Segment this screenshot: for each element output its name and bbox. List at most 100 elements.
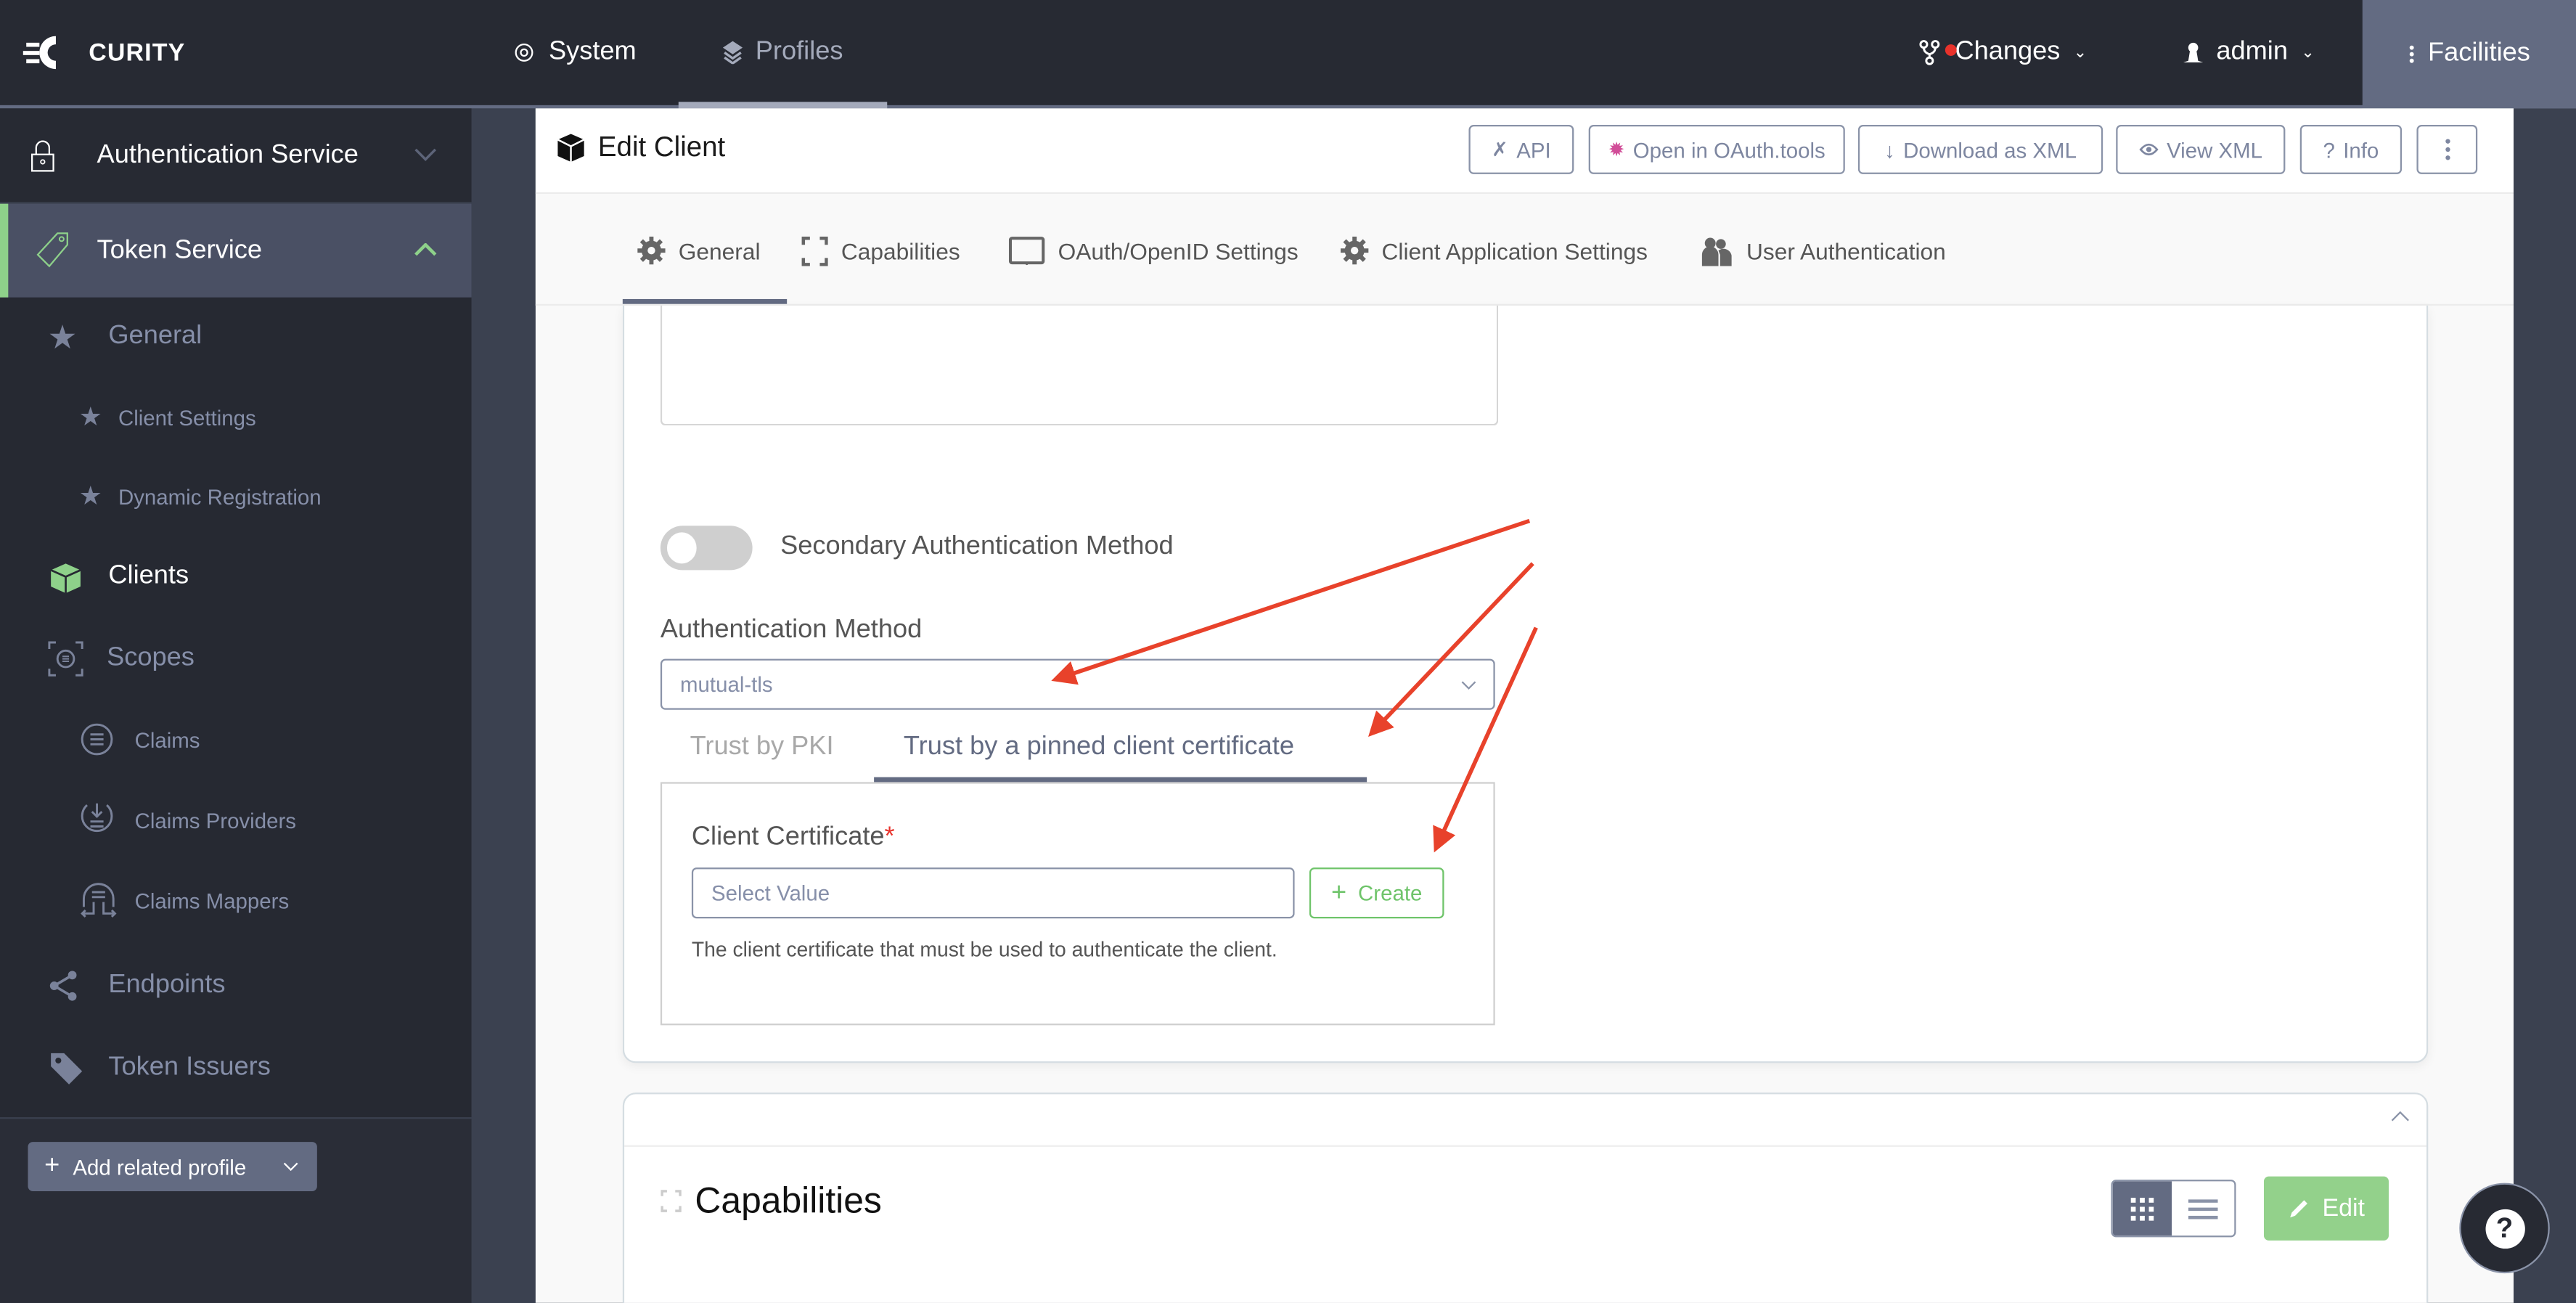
sidebar-item-label: Scopes [107, 644, 195, 672]
claims-icon [81, 723, 113, 756]
star-icon: ★ [47, 320, 78, 357]
chevron-down-icon [414, 148, 437, 161]
nav-facilities-label: Facilities [2428, 39, 2530, 68]
chevron-down-icon: ⌄ [2301, 43, 2315, 62]
sidebar-item-endpoints[interactable]: Endpoints [0, 961, 472, 1010]
view-mode-toggle [2111, 1180, 2236, 1238]
info-button-label: Info [2343, 136, 2379, 162]
star-icon: ★ [78, 404, 103, 433]
more-actions-button[interactable] [2416, 125, 2478, 174]
oauth-tools-gear-icon: ✹ [1608, 138, 1625, 161]
general-settings-card: Secondary Authentication Method Authenti… [622, 305, 2429, 1063]
capabilities-card: Capabilities Edit [622, 1092, 2429, 1303]
user-icon [2183, 42, 2204, 63]
claims-provider-icon [81, 803, 113, 833]
sidebar-item-claims[interactable]: Claims [0, 719, 472, 759]
cube-icon [50, 563, 81, 594]
sidebar-item-label: Dynamic Registration [118, 484, 322, 510]
edit-button-label: Edit [2322, 1194, 2365, 1222]
open-in-oauth-tools-button[interactable]: ✹ Open in OAuth.tools [1588, 125, 1845, 174]
curity-logo-icon [23, 36, 56, 70]
api-button[interactable]: ✗ API [1468, 125, 1574, 174]
download-xml-button[interactable]: ↓ Download as XML [1857, 125, 2103, 174]
tag-icon [51, 1053, 83, 1085]
sidebar-item-token-issuers[interactable]: Token Issuers [0, 1043, 472, 1092]
required-mark: * [884, 822, 895, 851]
view-xml-button-label: View XML [2167, 136, 2263, 162]
sidebar-item-claims-mappers[interactable]: Claims Mappers [0, 881, 472, 920]
add-related-profile-button[interactable]: + Add related profile [28, 1142, 317, 1191]
nav-user-dropdown[interactable]: admin ⌄ [2183, 0, 2315, 105]
nav-profiles[interactable]: Profiles [678, 0, 888, 109]
more-vertical-icon [2409, 45, 2414, 63]
gear-icon [1340, 236, 1369, 265]
more-vertical-icon [2445, 139, 2450, 160]
capabilities-title: Capabilities [661, 1180, 882, 1222]
page-header: Edit Client ✗ API ✹ Open in OAuth.tools … [535, 108, 2514, 195]
tab-label: User Authentication [1746, 238, 1946, 265]
client-certificate-help: The client certificate that must be used… [691, 938, 1277, 962]
tab-user-authentication[interactable]: User Authentication [1697, 237, 1946, 266]
sidebar-item-claims-providers[interactable]: Claims Providers [0, 800, 472, 839]
create-certificate-button[interactable]: + Create [1309, 867, 1444, 919]
nav-system[interactable]: System [512, 0, 637, 105]
help-button[interactable]: ? [2459, 1182, 2550, 1274]
nav-user-label: admin [2216, 38, 2288, 66]
nav-facilities[interactable]: Facilities [2362, 0, 2576, 109]
edit-capabilities-button[interactable]: Edit [2263, 1176, 2389, 1241]
list-view-button[interactable] [2172, 1181, 2235, 1236]
sidebar-section-token-service[interactable]: Token Service [0, 203, 472, 298]
info-button[interactable]: ? Info [2299, 125, 2403, 174]
grid-view-button[interactable] [2112, 1181, 2172, 1236]
top-bar: CURITY System Profiles Changes ⌄ admin ⌄… [0, 0, 2576, 109]
view-xml-button[interactable]: View XML [2116, 125, 2286, 174]
sidebar-item-clients[interactable]: Clients [0, 552, 472, 602]
tab-label: OAuth/OpenID Settings [1058, 238, 1299, 265]
gear-outline-icon [515, 43, 533, 62]
tab-label: Capabilities [841, 238, 960, 265]
tab-client-application-settings[interactable]: Client Application Settings [1340, 236, 1648, 265]
auth-method-select[interactable]: mutual-tls [660, 658, 1495, 710]
sidebar-item-client-settings[interactable]: ★ Client Settings [0, 398, 472, 437]
client-certificate-select[interactable]: Select Value [691, 867, 1295, 919]
chevron-up-icon [414, 242, 437, 256]
nav-changes-dropdown[interactable]: Changes ⌄ [1919, 0, 2088, 105]
question-icon: ? [2323, 136, 2335, 162]
capabilities-card-header[interactable] [624, 1094, 2427, 1147]
help-icon: ? [2485, 1208, 2524, 1249]
layout-gutter [471, 108, 536, 1303]
page-title-text: Edit Client [597, 131, 726, 163]
client-certificate-placeholder: Select Value [711, 881, 830, 906]
arrow-down-icon: ↓ [1884, 136, 1895, 162]
client-certificate-label: Client Certificate* [692, 823, 895, 853]
plus-icon: + [44, 1151, 60, 1180]
add-related-profile-label: Add related profile [73, 1154, 247, 1179]
sidebar-item-label: General [108, 322, 203, 351]
sidebar-item-dynamic-registration[interactable]: ★ Dynamic Registration [0, 476, 472, 515]
active-nav-indicator [678, 102, 888, 109]
plus-icon: + [1331, 878, 1347, 907]
tag-outline-icon [36, 232, 68, 268]
tab-capabilities[interactable]: Capabilities [801, 236, 960, 266]
capabilities-icon [801, 236, 828, 266]
description-textarea[interactable] [660, 305, 1499, 426]
tab-oauth-openid-settings[interactable]: OAuth/OpenID Settings [1008, 237, 1299, 266]
curity-logo[interactable]: CURITY [23, 33, 186, 72]
nav-system-label: System [548, 38, 637, 66]
tab-trust-by-pki[interactable]: Trust by PKI [690, 732, 834, 762]
tools-icon: ✗ [1492, 138, 1508, 161]
changes-notification-dot [1945, 44, 1957, 56]
api-button-label: API [1516, 136, 1551, 162]
tab-trust-by-pinned-certificate[interactable]: Trust by a pinned client certificate [904, 732, 1294, 762]
chevron-down-icon: ⌄ [2073, 43, 2088, 62]
tab-general[interactable]: General [637, 236, 761, 265]
sidebar-item-scopes[interactable]: Scopes [0, 634, 472, 684]
chevron-up-icon[interactable] [2390, 1109, 2410, 1122]
secondary-auth-toggle[interactable] [660, 526, 753, 571]
star-icon: ★ [78, 483, 103, 511]
sidebar-item-general[interactable]: ★ General [0, 314, 472, 363]
sidebar-section-authentication-service[interactable]: Authentication Service [0, 108, 472, 205]
toggle-knob [666, 532, 697, 564]
sidebar-item-label: Endpoints [108, 971, 226, 1000]
gear-icon [637, 236, 666, 265]
